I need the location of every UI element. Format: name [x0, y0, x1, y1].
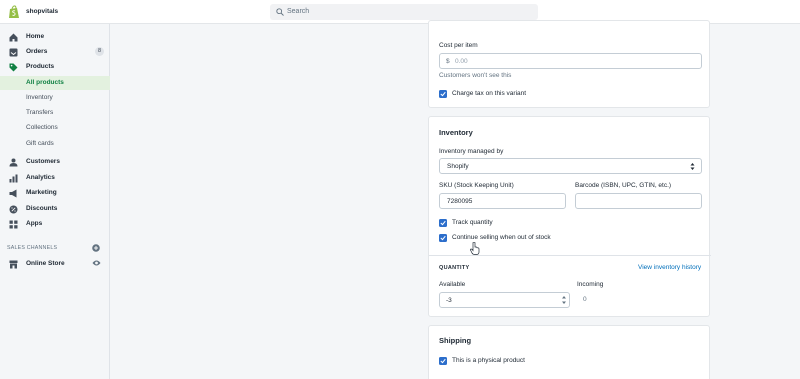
sidebar-item-marketing[interactable]: Marketing [0, 186, 110, 201]
shipping-card: Shipping This is a physical product [428, 325, 710, 379]
sidebar-subitem-label: Collections [26, 124, 58, 131]
barcode-label: Barcode (ISBN, UPC, GTIN, etc.) [575, 182, 672, 189]
megaphone-icon [9, 189, 17, 198]
sidebar-item-label: Online Store [26, 260, 65, 267]
checkmark-icon [440, 235, 446, 241]
checkmark-icon [440, 91, 446, 97]
section-divider [429, 255, 711, 256]
sku-input[interactable]: 7280095 [439, 193, 566, 209]
sidebar-subitem-label: Inventory [26, 94, 53, 101]
track-quantity-checkbox[interactable] [439, 219, 447, 227]
stepper-arrows-icon[interactable] [561, 294, 567, 306]
person-icon [9, 158, 18, 167]
inventory-card: Inventory Inventory managed by Shopify S… [428, 116, 711, 317]
pricing-card: Cost per item $ 0.00 Customers won't see… [428, 20, 710, 108]
sidebar-subitem-transfers[interactable]: Transfers [0, 106, 110, 120]
inventory-managed-by-label: Inventory managed by [439, 148, 504, 155]
shopify-logo-icon[interactable] [8, 5, 20, 19]
cost-per-item-label: Cost per item [439, 42, 478, 49]
inventory-managed-by-value: Shopify [447, 163, 469, 170]
sales-channels-heading: SALES CHANNELS [7, 245, 58, 251]
cost-per-item-input[interactable]: $ 0.00 [439, 53, 702, 69]
charge-tax-label: Charge tax on this variant [452, 90, 527, 97]
track-quantity-label: Track quantity [452, 219, 493, 226]
sidebar-item-home[interactable]: Home [0, 30, 110, 45]
sidebar-subitem-collections[interactable]: Collections [0, 121, 110, 135]
cost-per-item-hint: Customers won't see this [439, 72, 512, 79]
incoming-value: 0 [583, 296, 587, 303]
inventory-managed-by-select[interactable]: Shopify [439, 158, 702, 174]
hand-pointer-icon [470, 242, 480, 255]
charge-tax-checkbox[interactable] [439, 90, 447, 98]
sidebar-item-label: Analytics [26, 174, 55, 181]
sidebar-subitem-label: Transfers [26, 109, 54, 116]
orders-icon [9, 48, 18, 57]
sidebar-item-label: Orders [26, 48, 48, 55]
search-placeholder: Search [287, 8, 310, 15]
store-icon [9, 260, 18, 269]
orders-count-badge: 8 [95, 47, 104, 56]
sidebar: Home Orders 8 Products All products Inve… [0, 24, 110, 379]
sidebar-item-label: Marketing [26, 189, 57, 196]
sku-value: 7280095 [447, 198, 473, 205]
sidebar-item-label: Discounts [26, 205, 58, 212]
sku-label: SKU (Stock Keeping Unit) [439, 182, 514, 189]
view-store-eye-icon[interactable] [92, 259, 101, 267]
search-bar[interactable]: Search [270, 4, 538, 20]
add-channel-plus-icon[interactable] [92, 244, 100, 252]
sidebar-item-apps[interactable]: Apps [0, 217, 110, 232]
sidebar-subitem-label: Gift cards [26, 140, 54, 147]
available-label: Available [439, 281, 466, 288]
available-quantity-value: -3 [446, 297, 452, 304]
search-icon [276, 8, 284, 16]
physical-product-checkbox[interactable] [439, 357, 447, 365]
continue-selling-checkbox[interactable] [439, 234, 447, 242]
checkmark-icon [440, 358, 446, 364]
sidebar-subitem-inventory[interactable]: Inventory [0, 91, 110, 105]
sidebar-item-analytics[interactable]: Analytics [0, 171, 110, 186]
sidebar-subitem-gift-cards[interactable]: Gift cards [0, 137, 110, 151]
shipping-title: Shipping [439, 336, 472, 345]
incoming-label: Incoming [577, 281, 604, 288]
discount-icon [9, 205, 18, 214]
barcode-input[interactable] [575, 193, 702, 209]
sidebar-item-label: Products [26, 63, 55, 70]
sidebar-item-label: Apps [26, 220, 43, 227]
physical-product-label: This is a physical product [452, 357, 525, 364]
currency-symbol: $ [446, 58, 450, 65]
store-name[interactable]: shopvitals [26, 8, 58, 15]
apps-icon [9, 220, 18, 229]
checkmark-icon [440, 220, 446, 226]
sidebar-item-label: Home [26, 33, 45, 40]
inventory-title: Inventory [439, 128, 473, 137]
home-icon [9, 33, 18, 42]
sidebar-item-discounts[interactable]: Discounts [0, 202, 110, 217]
tag-icon [9, 63, 18, 72]
select-arrows-icon [690, 163, 695, 170]
quantity-heading: QUANTITY [439, 265, 470, 271]
view-inventory-history-link[interactable]: View inventory history [638, 264, 701, 271]
sidebar-subitem-all-products[interactable]: All products [0, 76, 110, 90]
bar-chart-icon [9, 174, 18, 183]
sidebar-item-customers[interactable]: Customers [0, 155, 110, 170]
continue-selling-label: Continue selling when out of stock [452, 234, 551, 241]
sidebar-item-label: Customers [26, 158, 60, 165]
sidebar-item-orders[interactable]: Orders 8 [0, 45, 110, 60]
available-quantity-input[interactable]: -3 [439, 292, 570, 308]
sidebar-item-products[interactable]: Products [0, 60, 110, 75]
sidebar-subitem-label: All products [26, 79, 64, 86]
cost-per-item-placeholder: 0.00 [455, 58, 468, 65]
